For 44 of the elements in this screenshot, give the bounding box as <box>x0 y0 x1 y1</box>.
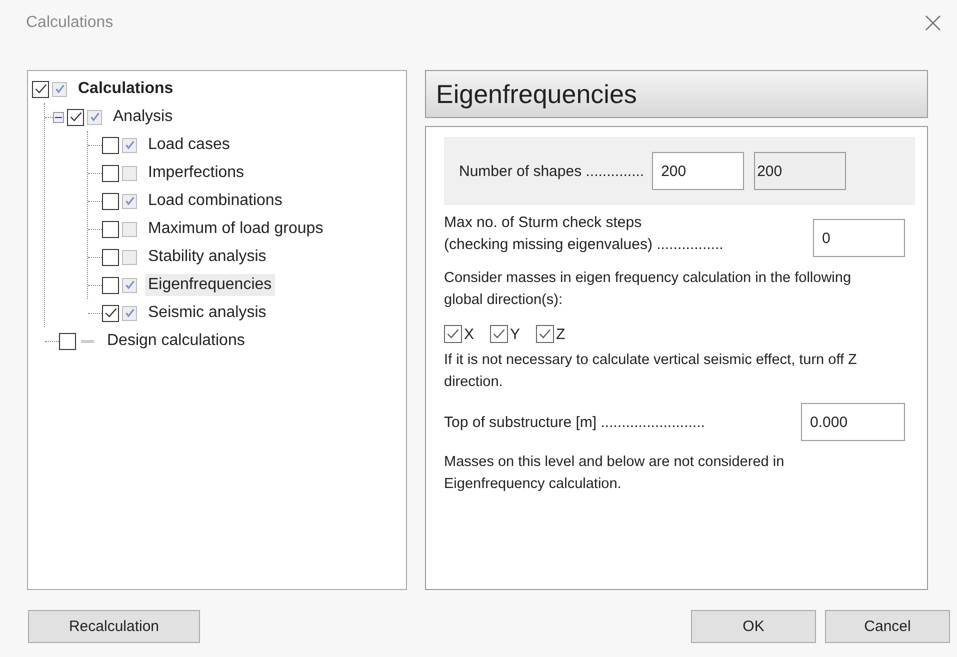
checkbox[interactable] <box>102 164 119 182</box>
checkbox[interactable] <box>102 192 119 210</box>
recalculation-button[interactable]: Recalculation <box>28 610 200 643</box>
checkbox[interactable] <box>102 220 119 238</box>
checkbox[interactable] <box>444 325 462 343</box>
sturm-input[interactable]: 0 <box>813 219 905 257</box>
section-title: Eigenfrequencies <box>436 78 637 110</box>
direction-label: X <box>464 326 474 342</box>
checkbox[interactable] <box>102 304 119 322</box>
tree-item[interactable]: Maximum of load groups <box>145 218 326 240</box>
close-icon[interactable] <box>925 15 941 31</box>
tree-item[interactable]: Load cases <box>145 134 233 156</box>
substructure-input[interactable]: 0.000 <box>801 403 905 441</box>
tree-item[interactable]: Load combinations <box>145 190 286 212</box>
tree-item[interactable]: Stability analysis <box>145 246 270 268</box>
field-label: (checking missing eigenvalues) ................ <box>444 235 724 255</box>
checkbox[interactable] <box>59 332 76 350</box>
checkbox[interactable] <box>32 80 49 98</box>
collapse-icon[interactable] <box>53 112 64 122</box>
ok-button[interactable]: OK <box>691 610 816 643</box>
direction-label: Y <box>510 326 520 342</box>
vertical-note: If it is not necessary to calculate vertical seismic effect, turn off Z direction. <box>444 351 858 392</box>
tree-item[interactable]: Analysis <box>110 106 176 128</box>
field-label: Number of shapes .............. <box>459 162 644 180</box>
level-note: Masses on this level and below are not considered in Eigenfrequency calculation. <box>444 453 786 494</box>
masses-note: Consider masses in eigen frequency calculation in the following global direction(s): <box>444 269 852 310</box>
checkbox[interactable] <box>490 325 508 343</box>
window-title: Calculations <box>26 14 114 32</box>
direction-label: Z <box>556 326 566 342</box>
tree-item[interactable]: Eigenfrequencies <box>145 274 275 296</box>
shapes-input[interactable]: 200 <box>652 152 744 190</box>
checkbox[interactable] <box>102 276 119 294</box>
field-label: Max no. of Sturm check steps <box>444 213 643 233</box>
tree-item[interactable]: Seismic analysis <box>145 302 270 324</box>
shapes-result: 200 <box>754 152 846 190</box>
checkbox[interactable] <box>102 136 119 154</box>
field-label: Top of substructure [m] ......................... <box>444 414 705 430</box>
checkbox[interactable] <box>102 248 119 266</box>
tree-item[interactable]: Imperfections <box>145 162 248 184</box>
tree-item[interactable]: Design calculations <box>104 330 248 352</box>
tree-item[interactable]: Calculations <box>75 78 176 100</box>
checkbox[interactable] <box>536 325 554 343</box>
cancel-button[interactable]: Cancel <box>825 610 950 643</box>
checkbox[interactable] <box>67 108 84 126</box>
